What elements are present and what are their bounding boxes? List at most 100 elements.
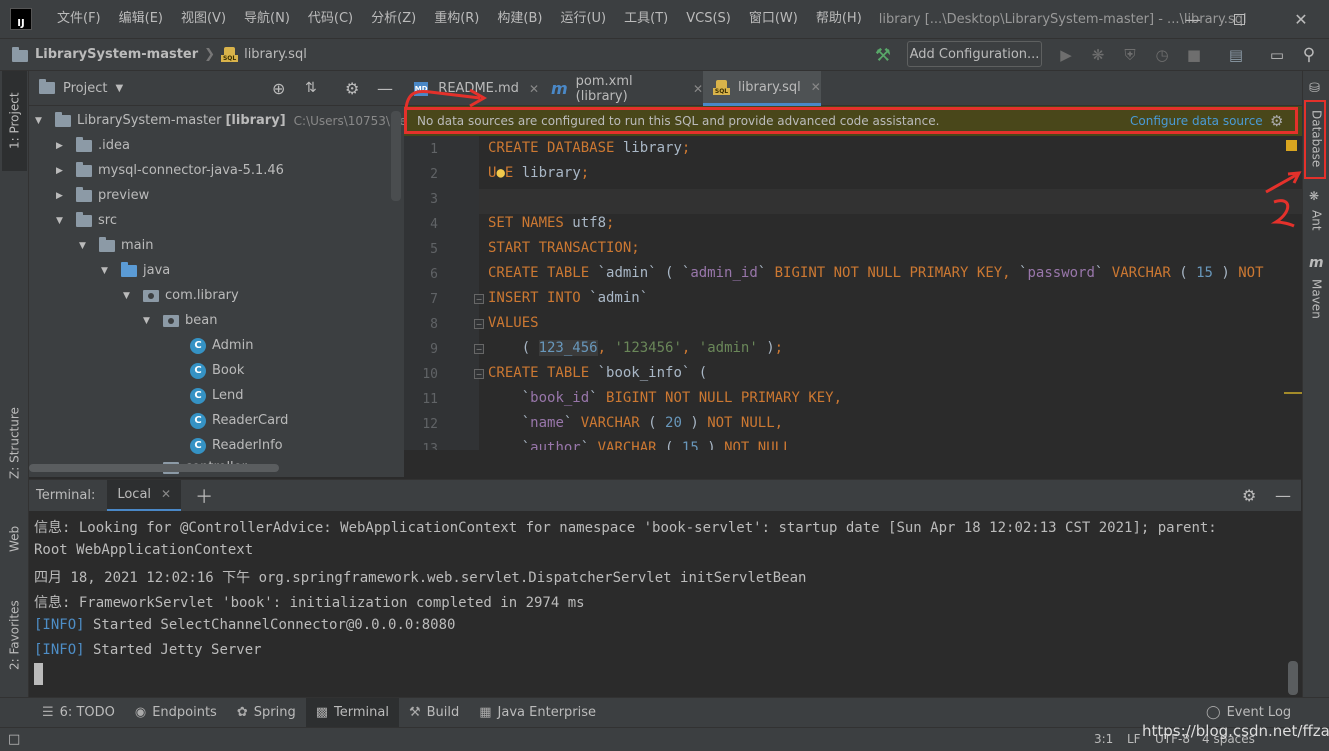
toggle-tool-windows-icon[interactable]: □ <box>8 732 20 747</box>
tree-item-lend[interactable]: C Lend <box>190 383 244 408</box>
editor-tab-bar: MD README.md ✕ m pom.xml (library) ✕ lib… <box>404 71 1302 106</box>
lightbulb-icon[interactable]: ● <box>496 165 504 181</box>
debug-icon[interactable]: ❋ <box>1087 44 1109 66</box>
error-stripe-mark[interactable] <box>1284 392 1302 394</box>
maximize-button[interactable] <box>1216 0 1262 38</box>
fold-marker-icon[interactable]: − <box>474 369 484 379</box>
tree-item-idea[interactable]: ▶ .idea <box>56 133 130 158</box>
menu-window[interactable]: 窗口(W) <box>740 0 807 38</box>
status-bar: □ 3:1 LF UTF-8 4 spaces <box>0 727 1329 751</box>
tree-item-main[interactable]: ▼ main <box>79 233 153 258</box>
web-tool-tab[interactable]: Web <box>2 511 27 567</box>
ant-tool-tab[interactable]: Ant <box>1305 205 1328 235</box>
menu-analyze[interactable]: 分析(Z) <box>362 0 425 38</box>
tree-item-label: main <box>121 238 154 253</box>
tree-item-readerinfo[interactable]: C ReaderInfo <box>190 433 283 458</box>
warning-marker-icon[interactable] <box>1286 140 1297 151</box>
line-number: 11 <box>422 392 438 407</box>
menu-code[interactable]: 代码(C) <box>299 0 362 38</box>
line-number: 12 <box>422 417 438 432</box>
menu-navigate[interactable]: 导航(N) <box>235 0 299 38</box>
tree-item-com-library[interactable]: ▼ com.library <box>123 283 239 308</box>
menu-view[interactable]: 视图(V) <box>172 0 235 38</box>
endpoints-tool-tab[interactable]: ◉ Endpoints <box>125 698 227 728</box>
coverage-icon[interactable]: ⛨ <box>1119 44 1141 66</box>
cursor-position[interactable]: 3:1 <box>1094 732 1113 746</box>
gear-icon[interactable]: ⚙ <box>345 79 359 98</box>
minimize-button[interactable]: — <box>1170 0 1216 38</box>
profile-icon[interactable]: ◷ <box>1151 44 1173 66</box>
tree-item-project-root[interactable]: ▼ LibrarySystem-master [library] C:\User… <box>35 108 439 133</box>
run-icon[interactable]: ▶ <box>1055 44 1077 66</box>
annotation-arrow-2 <box>1265 171 1302 228</box>
fold-marker-icon[interactable]: − <box>474 294 484 304</box>
menu-vcs[interactable]: VCS(S) <box>677 0 740 38</box>
structure-tool-tab[interactable]: Z: Structure <box>2 391 27 495</box>
menu-edit[interactable]: 编辑(E) <box>110 0 172 38</box>
vertical-scrollbar[interactable] <box>391 111 401 201</box>
line-separator[interactable]: LF <box>1127 732 1141 746</box>
tree-item-admin[interactable]: C Admin <box>190 333 253 358</box>
configure-data-source-link[interactable]: Configure data source <box>1130 114 1263 128</box>
hide-panel-icon[interactable]: — <box>377 79 393 98</box>
breadcrumb-file[interactable]: library.sql <box>244 47 307 62</box>
build-tool-tab[interactable]: ⚒ Build <box>399 698 469 728</box>
code-line-7: INSERT INTO `admin` <box>488 290 649 306</box>
search-icon[interactable]: ⚲ <box>1298 44 1320 66</box>
presentation-icon[interactable]: ▭ <box>1266 44 1288 66</box>
tree-item-mysql-connector[interactable]: ▶ mysql-connector-java-5.1.46 <box>56 158 284 183</box>
build-hammer-icon[interactable]: ⚒ <box>872 44 894 66</box>
todo-label: 6: TODO <box>59 705 115 720</box>
code-editor[interactable]: 1 2 3 4 5 6 7 8 9 10 11 12 13 − − − − CR… <box>404 136 1302 450</box>
terminal-line: [INFO] Started Jetty Server <box>34 642 262 658</box>
menu-build[interactable]: 构建(B) <box>488 0 551 38</box>
gear-icon[interactable]: ⚙ <box>1270 112 1283 130</box>
add-configuration-button[interactable]: Add Configuration... <box>907 41 1042 67</box>
chevron-down-icon[interactable]: ▼ <box>115 83 123 94</box>
close-tab-icon[interactable]: ✕ <box>811 80 821 94</box>
maven-tool-tab[interactable]: Maven <box>1305 275 1328 323</box>
terminal-tab-local[interactable]: Local ✕ <box>107 479 182 512</box>
menu-run[interactable]: 运行(U) <box>551 0 615 38</box>
new-terminal-tab-icon[interactable]: ＋ <box>195 483 213 509</box>
fold-marker-icon[interactable]: − <box>474 344 484 354</box>
database-tool-tab[interactable]: Database <box>1305 103 1328 175</box>
close-tab-icon[interactable]: ✕ <box>529 82 539 96</box>
tab-pom-xml[interactable]: m pom.xml (library) ✕ <box>541 71 703 106</box>
project-structure-icon[interactable]: ▤ <box>1225 44 1247 66</box>
close-tab-icon[interactable]: ✕ <box>693 82 703 96</box>
menu-help[interactable]: 帮助(H) <box>807 0 871 38</box>
spring-tool-tab[interactable]: ✿ Spring <box>227 698 306 728</box>
menu-tools[interactable]: 工具(T) <box>615 0 677 38</box>
tree-item-book[interactable]: C Book <box>190 358 244 383</box>
tree-item-src[interactable]: ▼ src <box>56 208 117 233</box>
tree-item-readercard[interactable]: C ReaderCard <box>190 408 288 433</box>
collapse-all-icon[interactable]: ⇅ <box>305 80 317 96</box>
project-panel-title[interactable]: Project <box>63 81 107 96</box>
terminal-output[interactable]: 信息: Looking for @ControllerAdvice: WebAp… <box>29 511 1301 697</box>
tree-item-java[interactable]: ▼ java <box>101 258 170 283</box>
locate-icon[interactable]: ⊕ <box>272 79 285 98</box>
tab-library-sql[interactable]: library.sql ✕ <box>703 71 821 106</box>
java-enterprise-tool-tab[interactable]: ▦ Java Enterprise <box>469 698 606 728</box>
close-window-button[interactable]: ✕ <box>1278 0 1324 38</box>
breadcrumb-project[interactable]: LibrarySystem-master <box>35 47 198 62</box>
terminal-scrollbar[interactable] <box>1288 661 1298 695</box>
project-tool-tab[interactable]: 1: Project <box>2 71 27 171</box>
menu-refactor[interactable]: 重构(R) <box>425 0 488 38</box>
horizontal-scrollbar[interactable] <box>29 464 279 472</box>
fold-marker-icon[interactable]: − <box>474 319 484 329</box>
todo-tool-tab[interactable]: ☰ 6: TODO <box>32 698 125 728</box>
gear-icon[interactable]: ⚙ <box>1242 486 1256 505</box>
close-icon: ✕ <box>1294 9 1308 29</box>
close-tab-icon[interactable]: ✕ <box>161 487 171 501</box>
menu-file[interactable]: 文件(F) <box>48 0 110 38</box>
favorites-tool-tab[interactable]: 2: Favorites <box>2 585 27 685</box>
tree-item-bean[interactable]: ▼ bean <box>143 308 217 333</box>
hide-panel-icon[interactable]: — <box>1275 486 1291 505</box>
terminal-tool-tab[interactable]: ▩ Terminal <box>305 697 399 728</box>
tree-item-preview[interactable]: ▶ preview <box>56 183 149 208</box>
database-tool-label: Database <box>1309 110 1324 168</box>
stop-icon[interactable]: ■ <box>1183 44 1205 66</box>
expanded-arrow-icon: ▼ <box>79 240 86 251</box>
